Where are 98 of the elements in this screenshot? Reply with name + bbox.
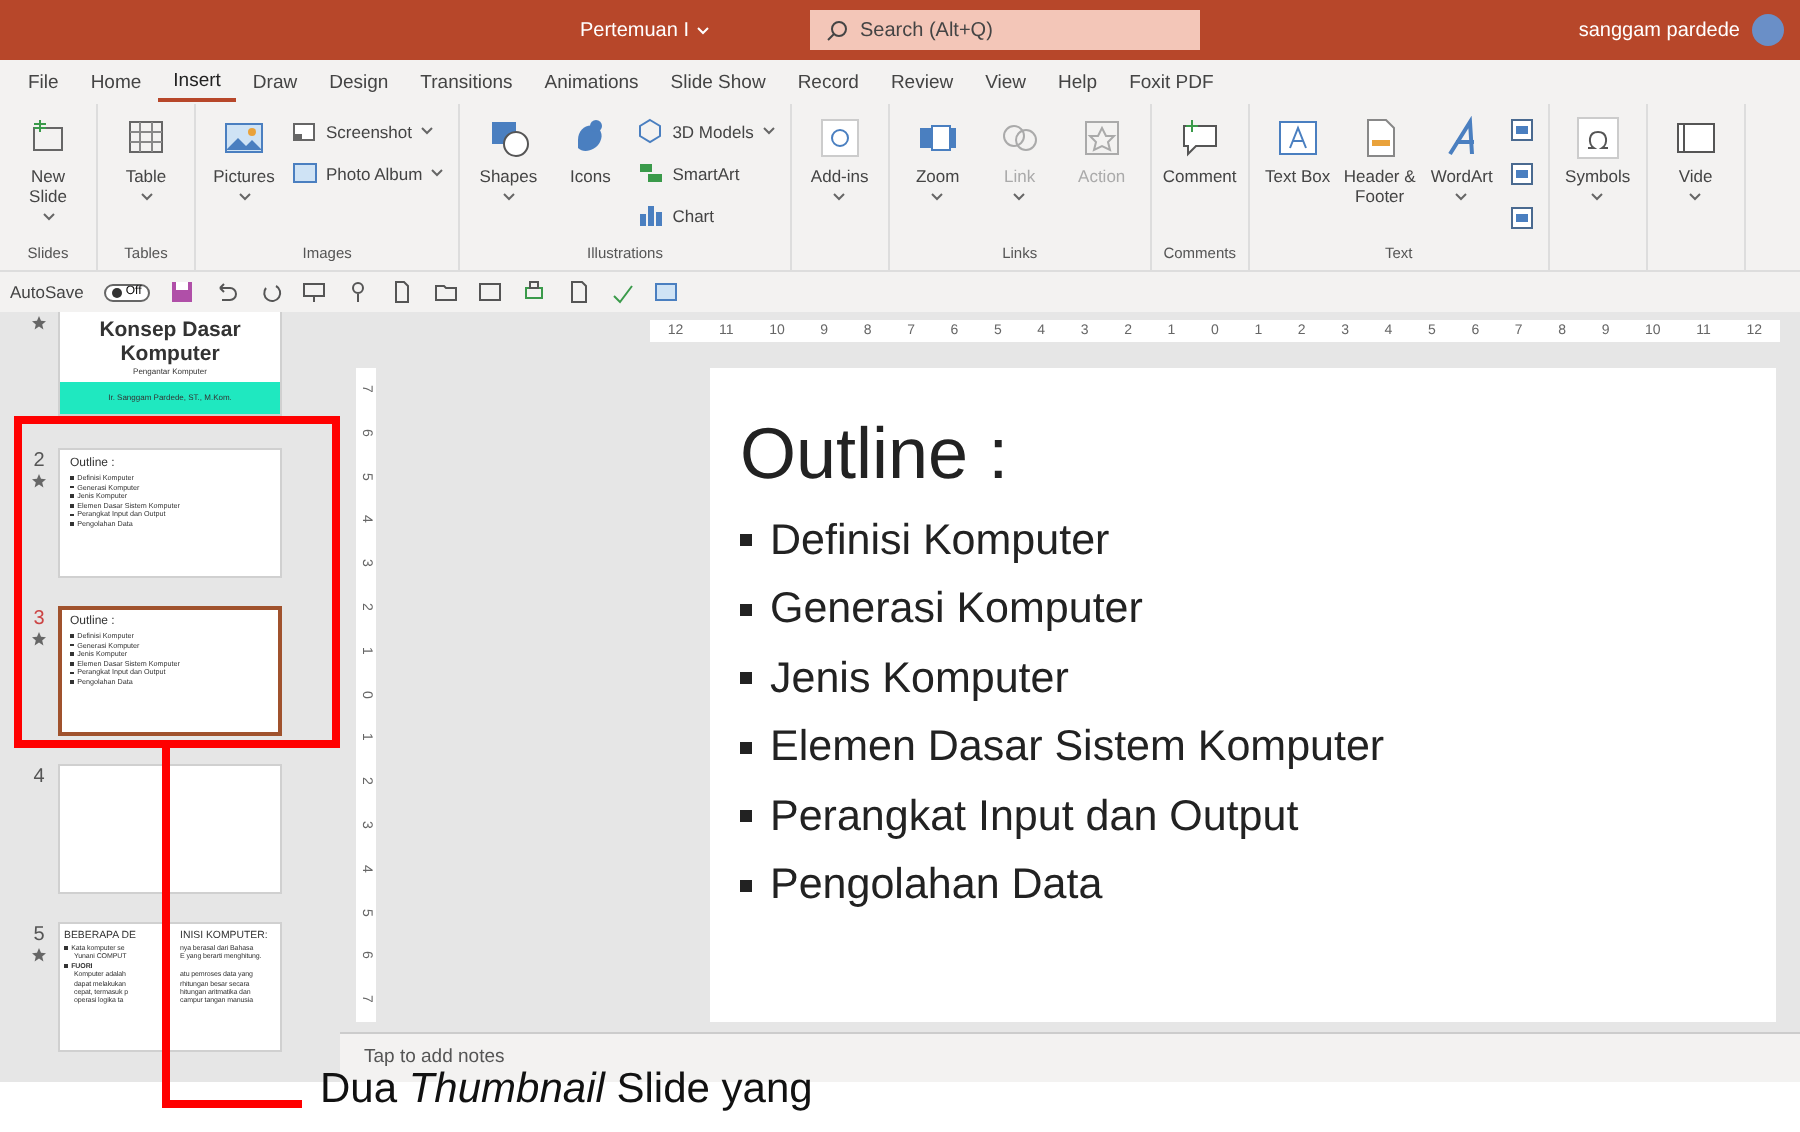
add-in-icon [817, 116, 862, 160]
chart-icon [638, 202, 665, 228]
slide-thumbnail[interactable] [58, 922, 282, 1052]
caret-icon [41, 212, 55, 222]
save-button[interactable] [169, 280, 194, 304]
menu-tab[interactable]: Foxit PDF [1113, 62, 1230, 102]
slide-number: 5 [33, 924, 45, 946]
bullet-icon [740, 879, 752, 892]
menu-tab[interactable]: View [969, 62, 1043, 102]
slide-bullet: Jenis Komputer [770, 653, 1069, 704]
ribbon-button[interactable]: Zoom [899, 112, 976, 206]
text-box-icon [1275, 116, 1320, 160]
ribbon-button[interactable]: Comment [1161, 112, 1238, 190]
bullet-icon [740, 810, 752, 823]
caret-icon [1012, 192, 1027, 202]
bullet-icon [740, 534, 752, 547]
caret-icon [430, 168, 445, 178]
bullet-icon [740, 603, 752, 616]
layout-button[interactable] [653, 280, 678, 304]
menu-tab[interactable]: File [12, 62, 75, 102]
presentation-button[interactable] [301, 280, 326, 304]
cube-icon [638, 118, 665, 144]
caret-icon [696, 25, 711, 35]
screenshot-icon [292, 118, 318, 144]
caret-icon [832, 192, 847, 202]
spelling-button[interactable] [609, 280, 634, 304]
slide-bullet: Elemen Dasar Sistem Komputer [770, 722, 1385, 773]
search-placeholder: Search (Alt+Q) [860, 19, 993, 41]
slide-title: Outline : [740, 411, 1011, 496]
caret-icon [139, 192, 153, 202]
ribbon-button[interactable]: 3D Models [634, 116, 780, 146]
ribbon-button[interactable]: Icons [552, 112, 629, 190]
menu-tab[interactable]: Insert [157, 62, 237, 102]
search-icon [826, 19, 848, 41]
slide-bullet: Definisi Komputer [770, 515, 1110, 566]
caret-icon [420, 126, 434, 136]
caret-icon [1454, 192, 1469, 202]
ribbon-button[interactable]: Table [108, 112, 184, 206]
omega-icon [1575, 116, 1620, 160]
document-title[interactable]: Pertemuan I [580, 19, 689, 41]
layout-icon [653, 280, 678, 304]
bullet-icon [740, 672, 752, 685]
new-file-icon [389, 280, 414, 304]
ribbon-button[interactable]: Shapes [470, 112, 547, 206]
caret-icon [1688, 192, 1703, 202]
menu-tab[interactable]: Transitions [404, 62, 529, 102]
comment-icon [1177, 116, 1222, 160]
slide-bullet: Generasi Komputer [770, 584, 1143, 635]
spelling-icon [609, 280, 634, 304]
undo-button[interactable] [213, 280, 238, 304]
undo-icon [213, 280, 238, 304]
search-field[interactable]: Search (Alt+Q) [810, 10, 1200, 50]
smartart-icon [638, 160, 665, 186]
caret-icon [930, 192, 945, 202]
slide-number: 2 [33, 450, 45, 472]
menu-tab[interactable]: Animations [528, 62, 655, 102]
ribbon-button[interactable]: Vide [1657, 112, 1734, 206]
autosave-label: AutoSave [10, 282, 84, 302]
thumbnail-title: Konsep Dasar Komputer [97, 318, 243, 367]
caret-icon [237, 192, 251, 202]
slide-number: 4 [33, 766, 45, 788]
ribbon-button[interactable]: Symbols [1559, 112, 1636, 206]
open-folder-button[interactable] [433, 280, 458, 304]
menu-tab[interactable]: Help [1042, 62, 1114, 102]
slide-bullet: Pengolahan Data [770, 860, 1103, 911]
caret-icon [501, 192, 516, 202]
ribbon-button[interactable]: Screenshot [288, 116, 449, 146]
ribbon-button[interactable]: Photo Album [288, 158, 449, 188]
slide-bullet: Perangkat Input dan Output [770, 791, 1299, 842]
menu-tab[interactable]: Design [313, 62, 405, 102]
bullet-icon [740, 741, 752, 754]
user-name[interactable]: sanggam pardede [1578, 19, 1740, 41]
slide-number: 3 [33, 608, 45, 630]
print-button[interactable] [521, 280, 546, 304]
open-folder-icon [433, 280, 458, 304]
menu-tab[interactable]: Home [74, 62, 158, 102]
ribbon-button[interactable]: Header & Footer [1341, 112, 1418, 210]
caret-icon [761, 126, 776, 136]
ribbon-button[interactable]: Chart [634, 200, 780, 230]
slide-thumbnail[interactable] [58, 764, 282, 894]
ribbon-button[interactable]: Text Box [1259, 112, 1336, 190]
menu-tab[interactable]: Review [874, 62, 970, 102]
ribbon-button[interactable]: WordArt [1423, 112, 1500, 206]
notes-placeholder: Tap to add notes [364, 1046, 505, 1069]
photo-album-icon [292, 160, 318, 186]
save-icon [169, 280, 194, 304]
new-file-button[interactable] [389, 280, 414, 304]
menu-tab[interactable]: Record [781, 62, 875, 102]
print-icon [521, 280, 546, 304]
menu-tab[interactable]: Slide Show [654, 62, 782, 102]
menu-tab[interactable]: Draw [236, 62, 314, 102]
shapes-icon [486, 116, 531, 160]
ribbon-button[interactable]: New Slide [10, 112, 86, 226]
presentation-icon [301, 280, 326, 304]
ribbon-button[interactable]: Pictures [206, 112, 282, 206]
ribbon-button[interactable]: SmartArt [634, 158, 780, 188]
ribbon-button[interactable]: Add-ins [801, 112, 878, 206]
caret-icon [1590, 192, 1605, 202]
